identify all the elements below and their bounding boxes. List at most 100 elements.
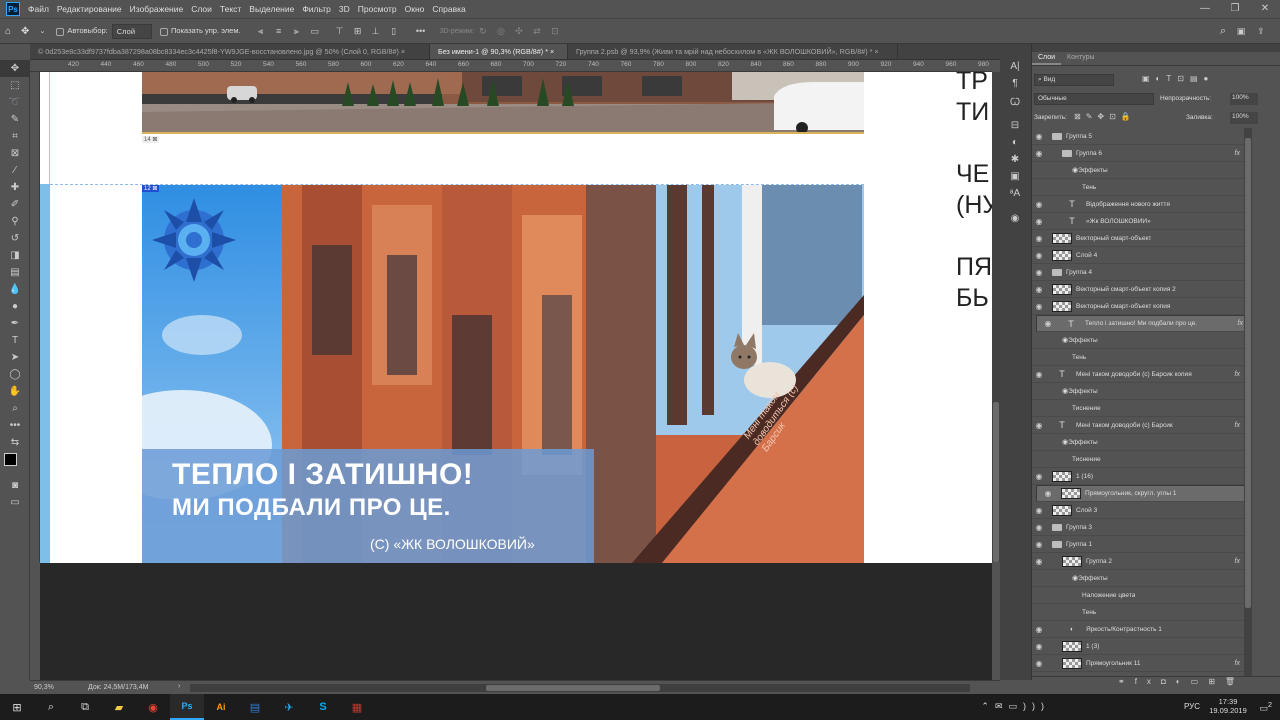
menu-file[interactable]: Файл [28,4,49,14]
adjustments-panel-icon[interactable]: ◐ [1000,134,1030,151]
tab-document-2[interactable]: Без имени-1 @ 90,3% (RGB/8#) * × [430,44,568,59]
horizontal-scrollbar[interactable] [190,684,970,692]
layer-row[interactable]: ◉ Векторный смарт-объект [1032,230,1244,247]
quick-select-tool-icon[interactable]: ✎ [0,111,30,128]
menu-3d[interactable]: 3D [339,4,350,14]
share-icon[interactable]: ⇪ [1255,26,1267,36]
fx-icon[interactable]: fx [1238,320,1243,327]
move-tool-icon[interactable]: ✥ [0,60,30,77]
delete-layer-icon[interactable]: 🗑 [1225,677,1245,686]
visibility-eye-icon[interactable]: ◉ [1041,319,1055,328]
visibility-eye-icon[interactable]: ◉ [1032,506,1046,515]
layer-row[interactable]: ◉ Группа 5 [1032,128,1244,145]
move-tool-icon[interactable]: ✥ [21,26,29,37]
layer-filter-dropdown[interactable]: ⌕ Вид [1034,74,1114,86]
visibility-eye-icon[interactable]: ◉ [1032,540,1046,549]
maximize-icon[interactable]: ❐ [1220,0,1250,18]
layer-row[interactable]: Тиснение [1032,400,1244,417]
blend-mode-dropdown[interactable]: Обычные [1034,93,1154,105]
tab-paths[interactable]: Контуры [1061,52,1100,65]
visibility-eye-icon[interactable]: ◉ [1032,132,1046,141]
scroll-thumb[interactable] [1245,138,1251,608]
layer-row[interactable]: ◉ Векторный смарт-объект копия 2 [1032,281,1244,298]
properties-panel-icon[interactable]: ⊟ [1000,117,1030,134]
language-indicator[interactable]: РУС [1184,702,1200,711]
menu-layers[interactable]: Слои [191,4,212,14]
align-hcenter-icon[interactable]: ≡ [273,26,285,36]
layer-row[interactable]: Тиснение [1032,451,1244,468]
layers-scrollbar[interactable] [1244,128,1252,676]
tray-icons[interactable]: ⌃✉▭))) [981,701,1050,712]
status-arrow-icon[interactable]: › [178,683,180,690]
crop-tool-icon[interactable]: ⌗ [0,128,30,145]
swap-colors-icon[interactable]: ⇆ [0,434,30,451]
telegram-icon[interactable]: ✈ [272,694,306,720]
stamp-tool-icon[interactable]: ⚲ [0,213,30,230]
fx-icon[interactable]: fx [1135,677,1161,686]
screen-mode-icon[interactable]: ▭ [0,494,30,511]
history-brush-icon[interactable]: ↺ [0,230,30,247]
winrar-icon[interactable]: ▦ [340,694,374,720]
distribute-v-icon[interactable]: ▯ [388,26,400,36]
layer-row[interactable]: ◉ T Мені таком доводоби (с) Барсик копия fx [1032,366,1244,383]
fx-icon[interactable]: fx [1235,422,1240,429]
visibility-eye-icon[interactable]: ◉ [1032,234,1046,243]
scroll-thumb[interactable] [993,402,999,562]
tab-document-3[interactable]: Группа 2.psb @ 93,9% (Живи та мрій над н… [568,44,898,59]
layer-row[interactable]: Тень [1032,179,1244,196]
document-canvas[interactable]: 14 ⊠ ТЕПЛО І ЗАТИШНО! МИ ПОДБАЛИ ПРО ЦЕ.… [40,72,992,563]
layer-row[interactable]: ◉ 1 (16) [1032,468,1244,485]
notification-icon[interactable]: ▭2 [1259,700,1272,714]
chrome-icon[interactable]: ◉ [136,694,170,720]
layer-row[interactable]: ◉ Векторный смарт-объект копия [1032,298,1244,315]
layer-row[interactable]: ◉ Группа 3 [1032,519,1244,536]
layer-row[interactable]: ◉ T Тепло і затишно! Ми подбали про це. fx [1036,315,1244,332]
illustrator-taskbar-icon[interactable]: Ai [204,694,238,720]
autoselect-dropdown[interactable]: Слой [111,23,153,39]
healing-tool-icon[interactable]: ✚ [0,179,30,196]
distribute-icon[interactable]: ▭ [309,26,321,36]
vertical-scrollbar[interactable] [992,72,1000,562]
eraser-tool-icon[interactable]: ◨ [0,247,30,264]
home-icon[interactable]: ⌂ [5,26,11,37]
layer-row[interactable]: ◉ Слой 4 [1032,247,1244,264]
skype-icon[interactable]: S [306,694,340,720]
layer-row[interactable]: ◉ T «Жк ВОЛОШКОВИЙ» [1032,213,1244,230]
layer-row[interactable]: ◉ Эффекты [1032,162,1244,179]
libraries-panel-icon[interactable]: ▣ [1000,168,1030,185]
visibility-eye-icon[interactable]: ◉ [1032,557,1046,566]
windows-start-icon[interactable]: ⊞ [0,694,34,720]
layer-row[interactable]: ◉ Группа 2 fx [1032,553,1244,570]
align-vcenter-icon[interactable]: ⊞ [352,26,364,36]
hand-tool-icon[interactable]: ✋ [0,383,30,400]
layer-row[interactable]: ◉ Группа 6 fx [1032,145,1244,162]
brush-tool-icon[interactable]: ✐ [0,196,30,213]
menu-edit[interactable]: Редактирование [57,4,122,14]
lasso-tool-icon[interactable]: ➰ [0,94,30,111]
visibility-eye-icon[interactable]: ◉ [1032,149,1046,158]
more-icon[interactable]: ••• [415,26,427,36]
3d-rotate-icon[interactable]: ↻ [477,26,489,36]
visibility-eye-icon[interactable]: ◉ [1041,489,1055,498]
layer-row[interactable]: ◉ Эффекты [1032,332,1244,349]
zoom-tool-icon[interactable]: ⌕ [0,400,30,417]
character-panel-icon[interactable]: A| [1000,58,1030,75]
eyedropper-tool-icon[interactable]: ⁄ [0,162,30,179]
search-icon[interactable]: ⌕ [1217,26,1229,37]
align-right-icon[interactable]: ⫸ [291,26,303,36]
minimize-icon[interactable]: — [1190,0,1220,18]
visibility-eye-icon[interactable]: ◉ [1032,472,1046,481]
more-tools-icon[interactable]: ••• [0,417,30,434]
glyphs-panel-icon[interactable]: Ꞷ [1000,92,1030,109]
foreground-color[interactable] [4,453,17,466]
visibility-eye-icon[interactable]: ◉ [1032,285,1046,294]
fx-icon[interactable]: fx [1235,660,1240,667]
frame-tool-icon[interactable]: ⊠ [0,145,30,162]
file-explorer-icon[interactable]: ▰ [102,694,136,720]
menu-filter[interactable]: Фильтр [302,4,331,14]
zoom-level[interactable]: 90,3% [34,684,54,691]
fx-icon[interactable]: fx [1235,558,1240,565]
marquee-tool-icon[interactable]: ⬚ [0,77,30,94]
photoshop-taskbar-icon[interactable]: Ps [170,694,204,720]
add-mask-icon[interactable]: ◘ [1161,677,1176,686]
